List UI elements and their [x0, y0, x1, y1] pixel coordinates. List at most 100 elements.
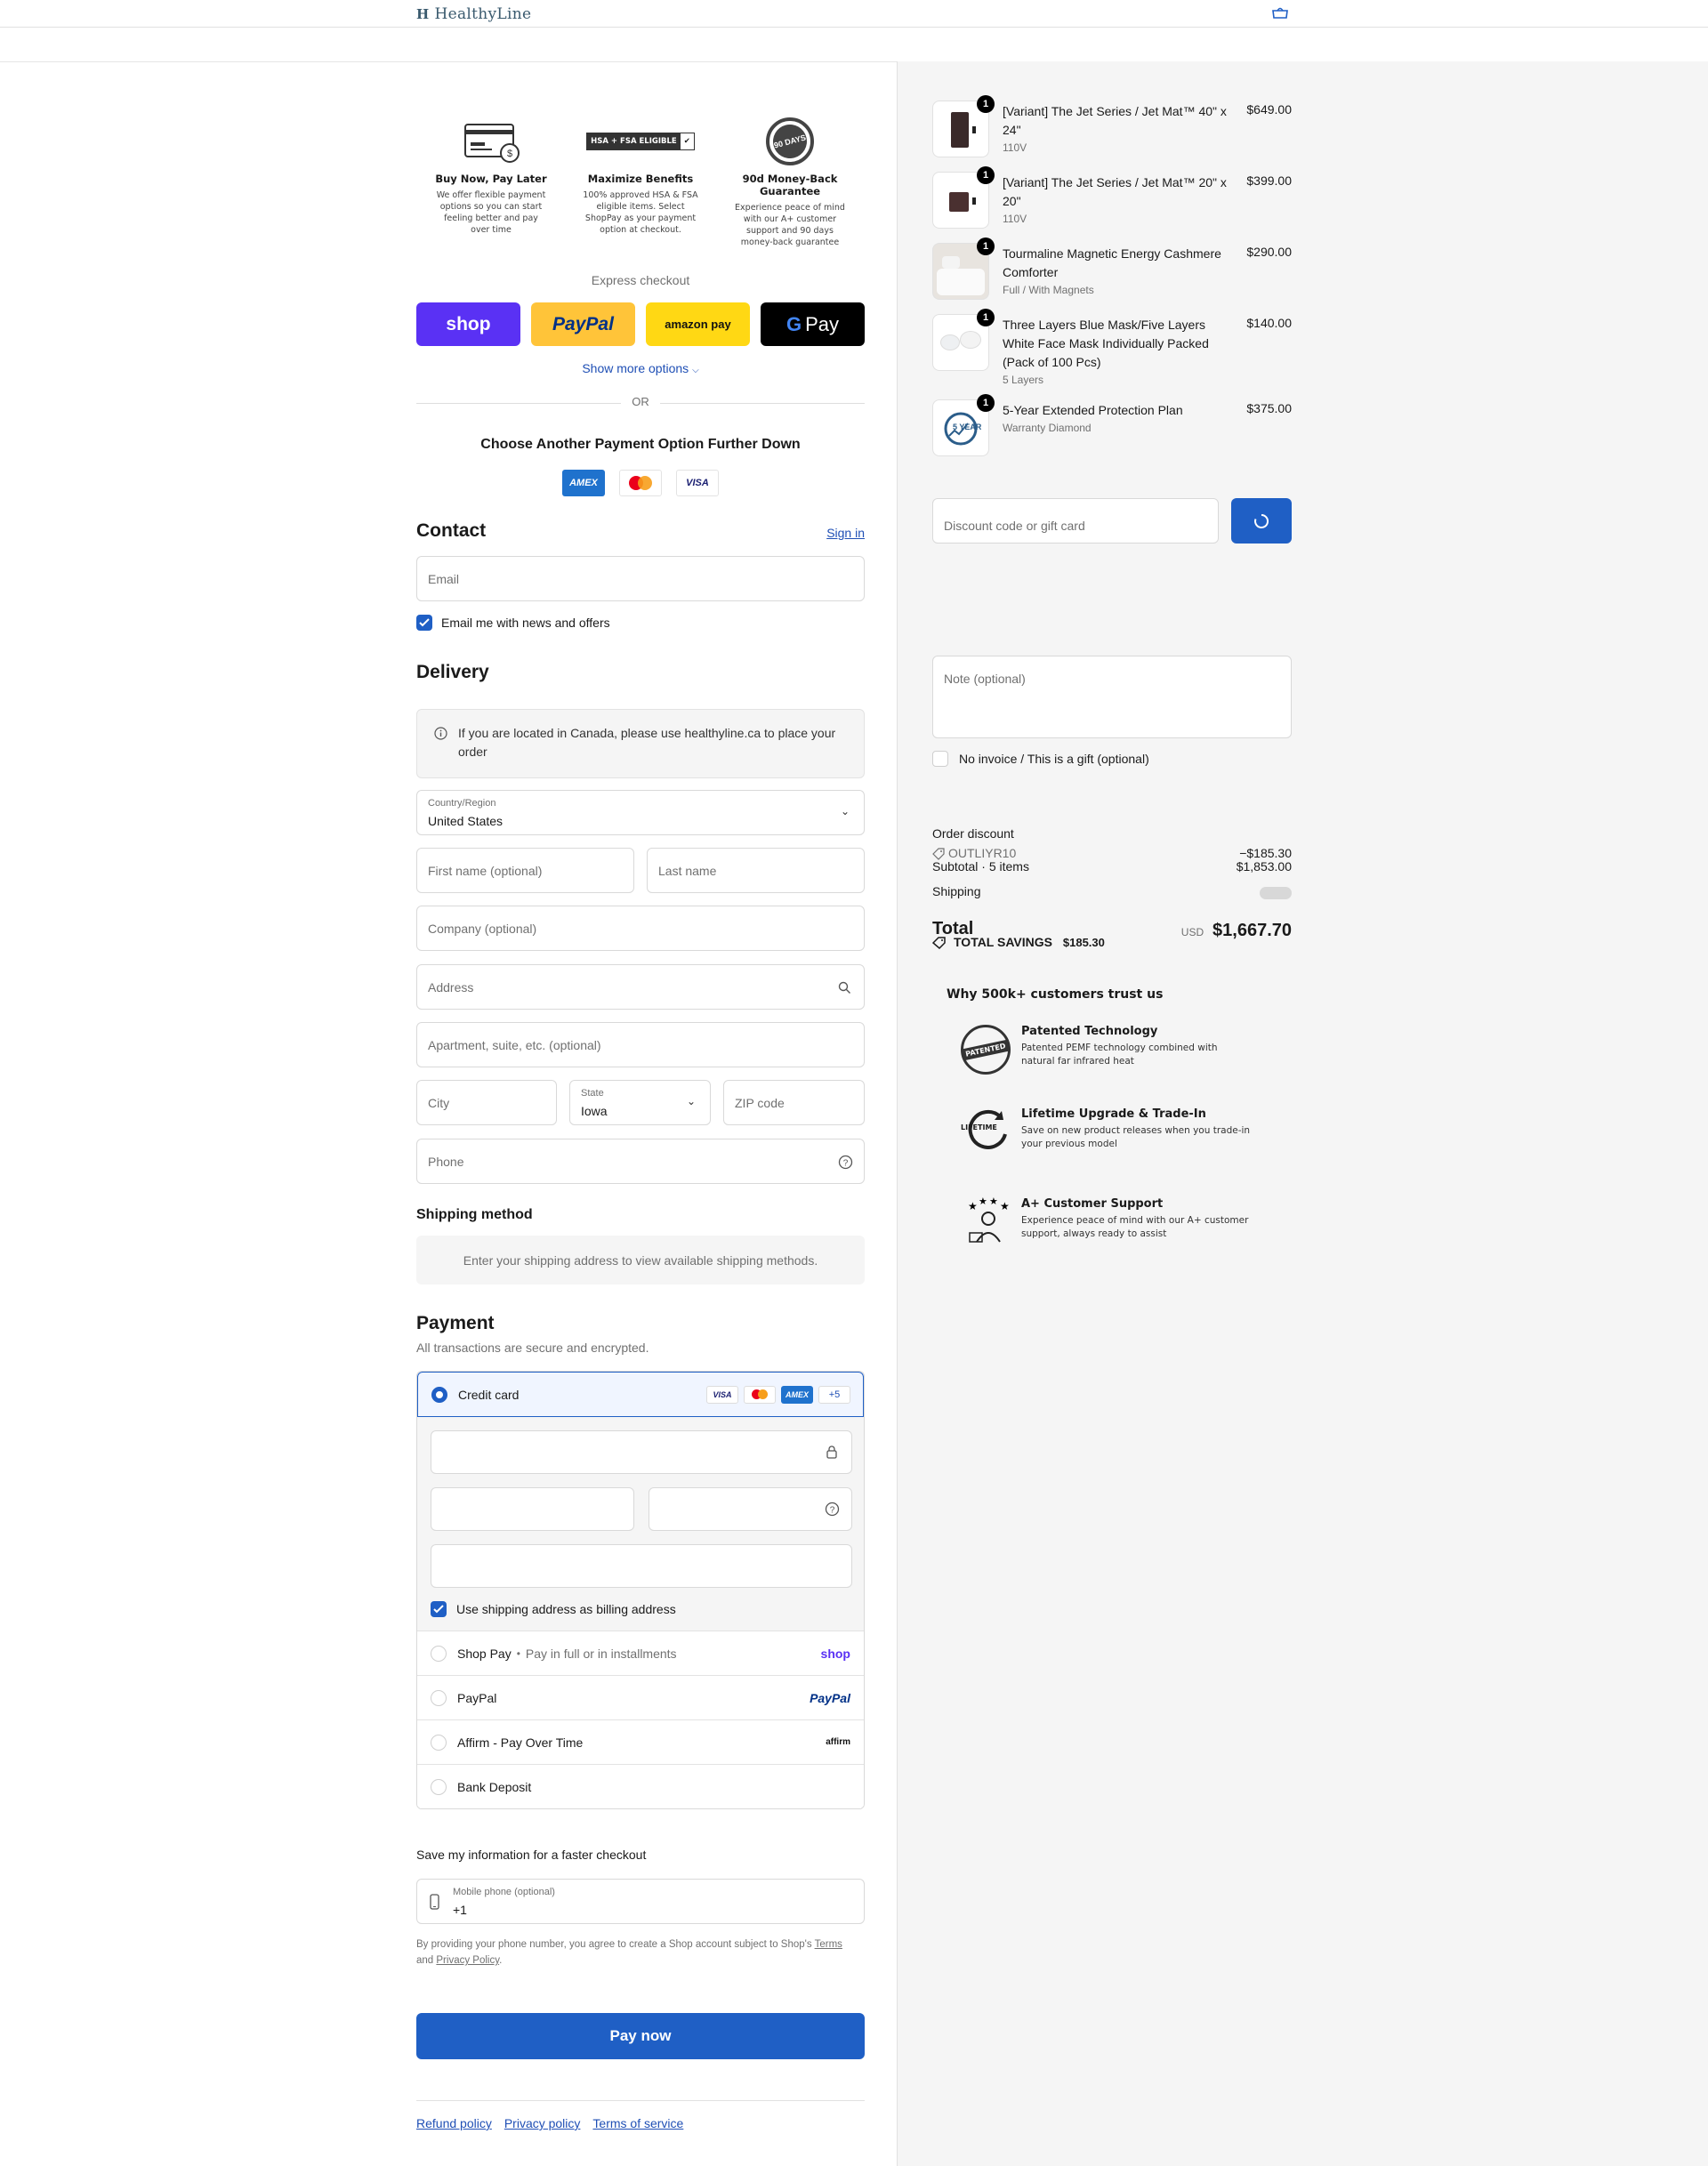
- zip-field[interactable]: ZIP code: [723, 1080, 865, 1125]
- support-agent-icon: ★ ★ ★ ★: [964, 1196, 1012, 1245]
- brand-name: HealthyLine: [434, 5, 532, 23]
- contact-heading: Contact: [416, 520, 487, 541]
- checkbox-icon[interactable]: [932, 751, 948, 767]
- terms-of-service-link[interactable]: Terms of service: [592, 2116, 683, 2130]
- lock-icon: [826, 1445, 837, 1459]
- bag-icon[interactable]: [1270, 6, 1290, 19]
- billing-checkbox-row[interactable]: Use shipping address as billing address: [431, 1601, 676, 1617]
- product-thumbnail: 1: [932, 166, 995, 229]
- state-select[interactable]: State Iowa ⌄: [569, 1080, 711, 1125]
- line-item: 1 Tourmaline Magnetic Energy Cashmere Co…: [932, 238, 1292, 305]
- privacy-policy-link[interactable]: Privacy policy: [504, 2116, 581, 2130]
- divider: [416, 2100, 865, 2101]
- show-more-options-link[interactable]: Show more options ⌵: [416, 361, 865, 375]
- address-field[interactable]: Address: [416, 964, 865, 1010]
- google-pay-button[interactable]: G Pay: [761, 302, 865, 346]
- payment-option-bank-deposit[interactable]: Bank Deposit: [417, 1764, 864, 1808]
- security-code-field[interactable]: ?: [649, 1487, 852, 1531]
- help-icon[interactable]: ?: [825, 1502, 840, 1517]
- expiry-field[interactable]: [431, 1487, 634, 1531]
- payment-subtitle: All transactions are secure and encrypte…: [416, 1341, 649, 1355]
- name-on-card-field[interactable]: [431, 1544, 852, 1588]
- radio-icon[interactable]: [431, 1689, 447, 1706]
- refund-policy-link[interactable]: Refund policy: [416, 2116, 492, 2130]
- sign-in-link[interactable]: Sign in: [826, 526, 865, 540]
- payment-option-paypal[interactable]: PayPal PayPal: [417, 1675, 864, 1719]
- why-item-desc: Patented PEMF technology combined with n…: [1021, 1043, 1218, 1067]
- item-variant: 110V: [1003, 213, 1027, 225]
- help-icon[interactable]: ?: [838, 1155, 853, 1170]
- paypal-button[interactable]: PayPal: [531, 302, 635, 346]
- pay-now-button[interactable]: Pay now: [416, 2013, 865, 2059]
- payment-option-credit-card[interactable]: Credit card VISA AMEX +5: [417, 1372, 864, 1417]
- subtotal-label: Subtotal · 5 items: [932, 859, 1029, 874]
- discount-code: OUTLIYR10: [948, 846, 1017, 860]
- affirm-label: Affirm - Pay Over Time: [457, 1735, 584, 1750]
- shop-pay-button[interactable]: shop: [416, 302, 520, 346]
- terms-link[interactable]: Terms: [815, 1939, 842, 1950]
- card-number-field[interactable]: [431, 1430, 852, 1474]
- mobile-phone-field[interactable]: Mobile phone (optional) +1: [416, 1879, 865, 1924]
- bank-deposit-label: Bank Deposit: [457, 1779, 532, 1794]
- product-thumbnail: 5 YEARS 1: [932, 394, 995, 456]
- trust-title: Maximize Benefits: [587, 173, 694, 185]
- apply-discount-button[interactable]: [1231, 498, 1292, 544]
- why-trust-section: Why 500k+ customers trust us PATENTED Pa…: [947, 987, 1267, 1243]
- total-savings-label: TOTAL SAVINGS: [954, 935, 1052, 949]
- trust-badges: $ Buy Now, Pay Later We offer flexible p…: [416, 116, 865, 248]
- city-field[interactable]: City: [416, 1080, 557, 1125]
- shipping-label: Shipping: [932, 884, 981, 898]
- company-field[interactable]: Company (optional): [416, 906, 865, 951]
- apartment-field[interactable]: Apartment, suite, etc. (optional): [416, 1022, 865, 1067]
- gift-label: No invoice / This is a gift (optional): [959, 752, 1149, 766]
- privacy-policy-link[interactable]: Privacy Policy: [436, 1955, 499, 1966]
- svg-text:★: ★: [968, 1200, 978, 1212]
- order-note-field[interactable]: Note (optional): [932, 656, 1292, 738]
- shipping-method-heading: Shipping method: [416, 1207, 533, 1222]
- email-field[interactable]: Email: [416, 556, 865, 601]
- trust-badge-hsa: HSA + FSA ELIGIBLE ✔ Maximize Benefits 1…: [566, 116, 715, 248]
- item-name: Three Layers Blue Mask/Five Layers White…: [1003, 316, 1234, 388]
- phone-field[interactable]: Phone ?: [416, 1139, 865, 1184]
- brand-logo[interactable]: H HealthyLine: [416, 5, 531, 23]
- shipping-loading-placeholder: [1260, 887, 1292, 899]
- radio-icon[interactable]: [431, 1734, 447, 1751]
- why-item-title: Lifetime Upgrade & Trade-In: [1021, 1107, 1206, 1121]
- visa-icon: VISA: [706, 1385, 738, 1404]
- payment-option-shop-pay[interactable]: Shop Pay • Pay in full or in installment…: [417, 1631, 864, 1675]
- lifetime-upgrade-icon: LIFETIME: [961, 1107, 1014, 1152]
- last-name-field[interactable]: Last name: [647, 848, 865, 893]
- trust-desc: 100% approved HSA & FSA eligible items. …: [583, 190, 698, 235]
- amex-icon: AMEX: [781, 1385, 813, 1404]
- delivery-heading: Delivery: [416, 662, 489, 682]
- quantity-badge: 1: [977, 394, 995, 412]
- discount-amount: −$185.30: [1239, 846, 1292, 860]
- country-select[interactable]: Country/Region United States ⌄: [416, 790, 865, 835]
- search-icon: [838, 981, 850, 994]
- quantity-badge: 1: [977, 309, 995, 326]
- footer-links: Refund policy Privacy policy Terms of se…: [416, 2116, 683, 2130]
- discount-code-field[interactable]: Discount code or gift card: [932, 498, 1219, 544]
- item-variant: 5 Layers: [1003, 374, 1044, 386]
- paypal-label: PayPal: [457, 1690, 497, 1705]
- item-variant: 110V: [1003, 141, 1027, 154]
- radio-icon[interactable]: [431, 1778, 447, 1795]
- shop-pay-label: Shop Pay: [457, 1646, 512, 1661]
- total-savings-value: $185.30: [1062, 936, 1105, 949]
- item-price: $375.00: [1246, 401, 1292, 415]
- trust-desc: Experience peace of mind with our A+ cus…: [735, 203, 845, 247]
- shield-icon: 5 YEARS: [944, 412, 981, 446]
- svg-text:$: $: [507, 149, 512, 159]
- amazon-pay-button[interactable]: amazon pay: [646, 302, 750, 346]
- news-checkbox-row[interactable]: Email me with news and offers: [416, 615, 610, 631]
- canada-info-box: If you are located in Canada, please use…: [416, 709, 865, 778]
- first-name-field[interactable]: First name (optional): [416, 848, 634, 893]
- product-thumbnail: 1: [932, 309, 995, 371]
- radio-selected-icon[interactable]: [431, 1386, 447, 1403]
- checkbox-checked-icon[interactable]: [416, 615, 432, 631]
- payment-option-affirm[interactable]: Affirm - Pay Over Time affirm: [417, 1719, 864, 1764]
- express-checkout-label: Express checkout: [591, 273, 690, 287]
- radio-icon[interactable]: [431, 1645, 447, 1662]
- gift-checkbox-row[interactable]: No invoice / This is a gift (optional): [932, 751, 1149, 767]
- checkbox-checked-icon[interactable]: [431, 1601, 447, 1617]
